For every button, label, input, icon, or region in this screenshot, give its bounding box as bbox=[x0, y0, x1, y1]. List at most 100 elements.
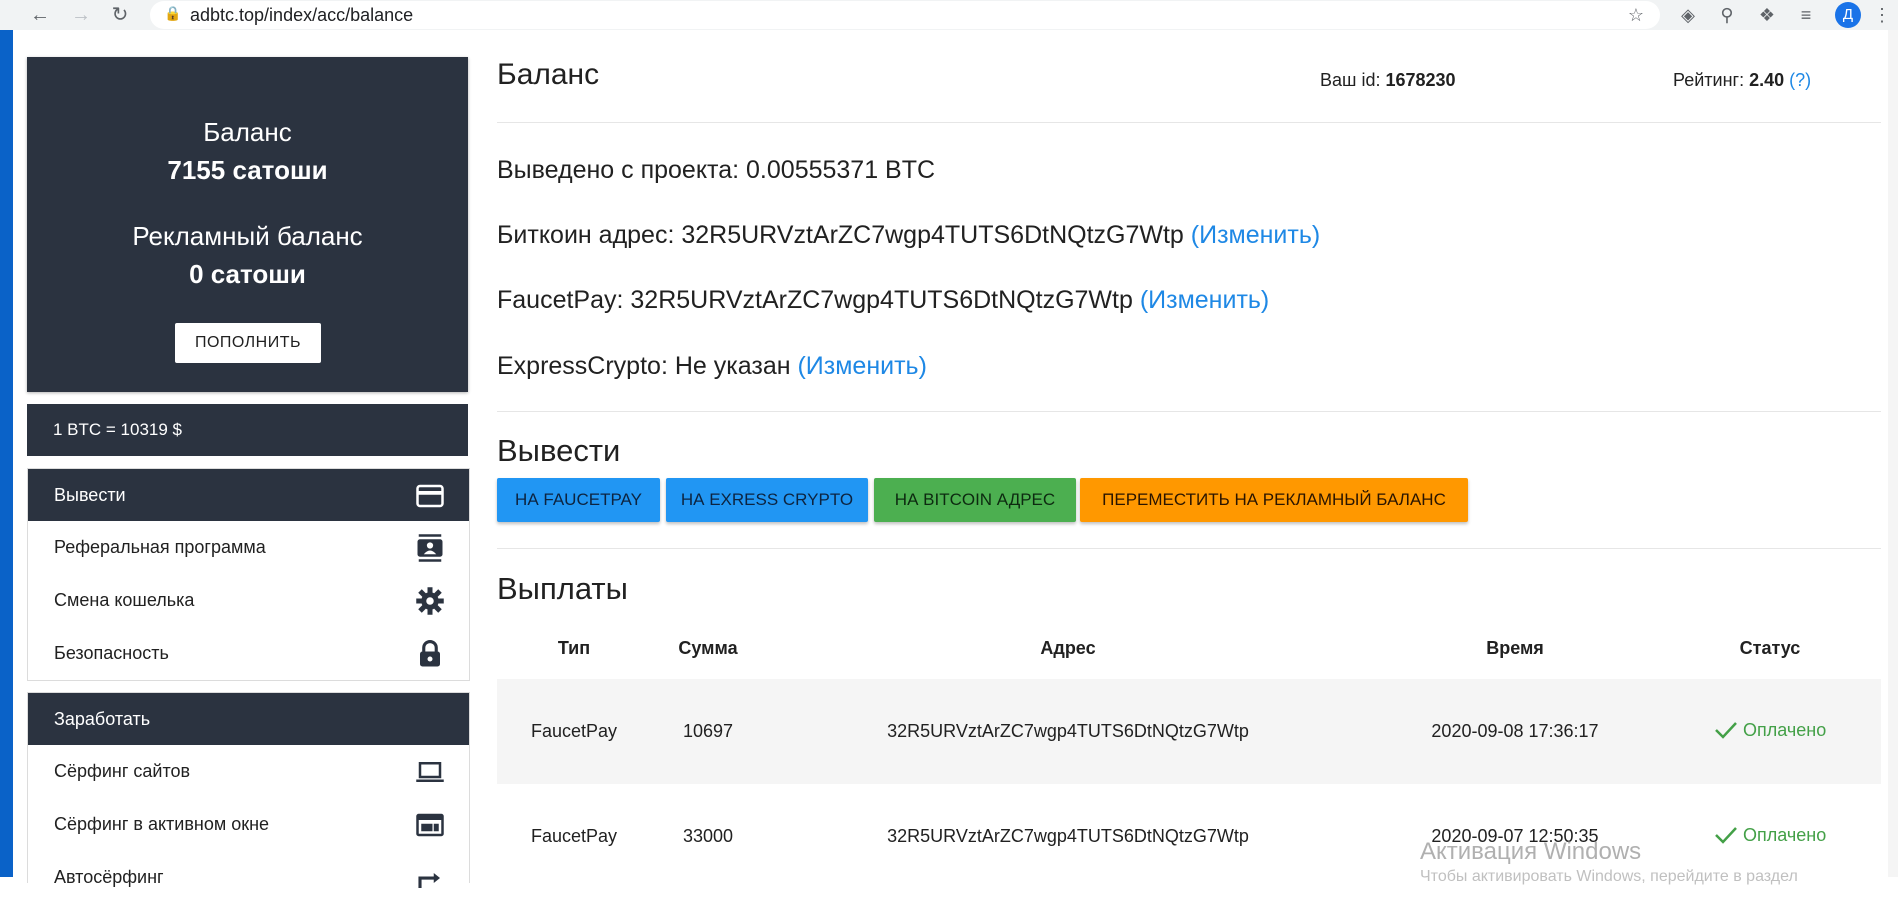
change-faucetpay-link[interactable]: (Изменить) bbox=[1140, 286, 1269, 314]
url-text[interactable]: adbtc.top/index/acc/balance bbox=[190, 5, 413, 26]
profile-avatar[interactable]: Д bbox=[1835, 2, 1861, 28]
withdraw-menu: Вывести Реферальная программа Смена коше… bbox=[27, 468, 470, 681]
row-address: 32R5URVztArZC7wgp4TUTS6DtNQtzG7Wtp bbox=[887, 826, 1249, 846]
faucetpay-withdraw-button[interactable]: НА FAUCETPAY bbox=[497, 478, 660, 522]
bitcoin-label: Биткоин адрес: bbox=[497, 221, 675, 249]
row-status-text: Оплачено bbox=[1743, 825, 1827, 845]
menu-item-autosurfing[interactable]: Автосёрфинг bbox=[28, 851, 469, 904]
row-time: 2020-09-08 17:36:17 bbox=[1431, 721, 1599, 741]
row-amount: 33000 bbox=[682, 826, 734, 846]
balance-card: Баланс 7155 сатоши Рекламный баланс 0 са… bbox=[27, 57, 468, 392]
extensions-icon[interactable]: ❖ bbox=[1755, 3, 1779, 27]
page-edge bbox=[0, 30, 13, 877]
column-header-time: Время bbox=[1486, 638, 1544, 658]
contacts-icon bbox=[417, 534, 443, 562]
column-header-type: Тип bbox=[557, 638, 591, 658]
bitcoin-address: Биткоин адрес: 32R5URVztArZC7wgp4TUTS6Dt… bbox=[497, 221, 1320, 250]
key-extension-icon[interactable]: ⚲ bbox=[1715, 3, 1739, 27]
more-menu-icon[interactable]: ⋮ bbox=[1870, 3, 1894, 27]
balance-value: 7155 сатоши bbox=[167, 155, 328, 185]
divider bbox=[497, 122, 1881, 123]
windows-activation-hint: Чтобы активировать Windows, перейдите в … bbox=[1420, 868, 1798, 885]
user-id: Ваш id: 1678230 bbox=[1320, 70, 1456, 91]
window-icon bbox=[416, 813, 444, 837]
browser-toolbar: ← → ↻ 🔒 adbtc.top/index/acc/balance ☆ ◈ … bbox=[0, 0, 1898, 30]
withdrawn-label: Выведено с проекта: bbox=[497, 156, 740, 184]
page-title: Баланс bbox=[497, 58, 600, 91]
menu-item-referral[interactable]: Реферальная программа bbox=[28, 521, 469, 574]
bitcoin-value: 32R5URVztArZC7wgp4TUTS6DtNQtzG7Wtp bbox=[681, 221, 1184, 249]
menu-item-label: Вывести bbox=[54, 485, 126, 505]
divider bbox=[497, 411, 1881, 412]
divider bbox=[497, 548, 1881, 549]
expresscrypto-withdraw-button[interactable]: НА EXRESS CRYPTO bbox=[666, 478, 868, 522]
menu-item-withdraw[interactable]: Вывести bbox=[28, 469, 469, 521]
move-to-ad-balance-button[interactable]: ПЕРЕМЕСТИТЬ НА РЕКЛАМНЫЙ БАЛАНС bbox=[1080, 478, 1468, 522]
change-bitcoin-link[interactable]: (Изменить) bbox=[1191, 221, 1320, 249]
row-amount: 10697 bbox=[682, 721, 734, 741]
expresscrypto-value: Не указан bbox=[674, 352, 791, 380]
redo-icon bbox=[418, 873, 440, 888]
change-expresscrypto-link[interactable]: (Изменить) bbox=[797, 352, 926, 380]
withdrawn-value: 0.00555371 BTC bbox=[746, 156, 936, 184]
column-header-status: Статус bbox=[1739, 638, 1801, 658]
forward-icon[interactable]: → bbox=[68, 2, 94, 28]
star-icon[interactable]: ☆ bbox=[1624, 3, 1648, 27]
ad-balance-value: 0 сатоши bbox=[189, 259, 306, 289]
faucetpay-label: FaucetPay: bbox=[497, 286, 624, 314]
windows-activation-watermark: Активация Windows bbox=[1420, 838, 1642, 865]
gear-icon bbox=[416, 587, 444, 615]
expresscrypto-address: ExpressCrypto: Не указан (Изменить) bbox=[497, 352, 927, 381]
row-type: FaucetPay bbox=[530, 826, 618, 846]
menu-item-label: Смена кошелька bbox=[54, 590, 195, 610]
row-status: Оплачено bbox=[1714, 825, 1826, 846]
reload-icon[interactable]: ↻ bbox=[107, 2, 133, 28]
menu-item-label: Заработать bbox=[54, 709, 151, 729]
bitcoin-withdraw-button[interactable]: НА BITCOIN АДРЕС bbox=[874, 478, 1076, 522]
menu-item-label: Сёрфинг сайтов bbox=[54, 761, 191, 781]
check-icon bbox=[1715, 722, 1737, 739]
payouts-title: Выплаты bbox=[497, 571, 628, 606]
shield-extension-icon[interactable]: ◈ bbox=[1676, 3, 1700, 27]
column-header-amount: Сумма bbox=[678, 638, 738, 658]
check-icon bbox=[1715, 827, 1737, 844]
btc-rate: 1 BTC = 10319 $ bbox=[27, 404, 468, 456]
menu-item-label: Сёрфинг в активном окне bbox=[54, 814, 270, 834]
btc-rate-text: 1 BTC = 10319 $ bbox=[53, 420, 183, 439]
column-header-address: Адрес bbox=[1040, 638, 1096, 658]
topup-button[interactable]: ПОПОЛНИТЬ bbox=[175, 323, 321, 363]
menu-item-label: Автосёрфинг bbox=[54, 867, 164, 887]
menu-item-security[interactable]: Безопасность bbox=[28, 627, 469, 680]
user-id-value: 1678230 bbox=[1385, 70, 1456, 90]
expresscrypto-label: ExpressCrypto: bbox=[497, 352, 668, 380]
row-type: FaucetPay bbox=[530, 721, 618, 741]
row-status: Оплачено bbox=[1714, 720, 1826, 741]
reading-list-icon[interactable]: ≡ bbox=[1794, 3, 1818, 27]
user-id-label: Ваш id: bbox=[1320, 70, 1381, 90]
back-icon[interactable]: ← bbox=[27, 2, 53, 28]
rating: Рейтинг: 2.40 (?) bbox=[1673, 70, 1811, 91]
faucetpay-address: FaucetPay: 32R5URVztArZC7wgp4TUTS6DtNQtz… bbox=[497, 286, 1269, 315]
laptop-icon bbox=[416, 762, 444, 782]
lock-icon bbox=[420, 639, 440, 667]
ad-balance-label: Рекламный баланс bbox=[132, 221, 363, 251]
rating-help-link[interactable]: (?) bbox=[1789, 70, 1811, 90]
menu-item-active-window-surfing[interactable]: Сёрфинг в активном окне bbox=[28, 798, 469, 851]
faucetpay-value: 32R5URVztArZC7wgp4TUTS6DtNQtzG7Wtp bbox=[630, 286, 1133, 314]
withdraw-title: Вывести bbox=[497, 433, 621, 468]
rating-value: 2.40 bbox=[1749, 70, 1785, 90]
menu-item-site-surfing[interactable]: Сёрфинг сайтов bbox=[28, 745, 469, 798]
earn-menu: Заработать Сёрфинг сайтов Сёрфинг в акти… bbox=[27, 692, 470, 888]
menu-item-label: Безопасность bbox=[54, 643, 169, 663]
credit-card-icon bbox=[416, 484, 444, 508]
row-address: 32R5URVztArZC7wgp4TUTS6DtNQtzG7Wtp bbox=[887, 721, 1249, 741]
row-status-text: Оплачено bbox=[1743, 720, 1827, 740]
balance-label: Баланс bbox=[203, 117, 292, 147]
menu-item-label: Реферальная программа bbox=[54, 537, 266, 557]
scrollbar[interactable] bbox=[1888, 30, 1898, 877]
rating-label: Рейтинг: bbox=[1673, 70, 1745, 90]
lock-icon: 🔒 bbox=[164, 5, 182, 21]
menu-item-earn[interactable]: Заработать bbox=[28, 693, 469, 745]
withdrawn-total: Выведено с проекта: 0.00555371 BTC bbox=[497, 156, 935, 185]
menu-item-wallet-change[interactable]: Смена кошелька bbox=[28, 574, 469, 627]
